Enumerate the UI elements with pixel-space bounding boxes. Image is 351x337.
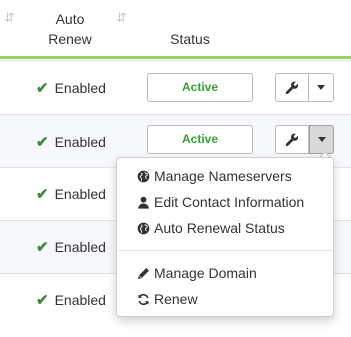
check-icon: ✔ [36,186,49,203]
actions-dropdown-menu: Manage Nameservers Edit Contact Informat… [116,157,334,317]
column-header-status[interactable]: Status [148,29,232,49]
check-icon: ✔ [36,134,49,151]
menu-item-manage-nameservers[interactable]: Manage Nameservers [137,168,292,184]
auto-renew-cell: ✔ Enabled [36,186,106,203]
sort-icon[interactable]: ⇵ [4,11,15,24]
auto-renew-cell: ✔ Enabled [36,292,106,309]
status-badge: Active [147,125,253,154]
menu-item-renew[interactable]: Renew [137,291,198,307]
auto-renew-cell: ✔ Enabled [36,80,106,97]
user-icon [138,196,149,209]
wrench-button[interactable] [275,73,309,102]
check-icon: ✔ [36,239,49,256]
auto-renew-cell: ✔ Enabled [36,239,106,256]
refresh-icon [138,293,149,305]
auto-renew-cell: ✔ Enabled [36,134,106,151]
check-icon: ✔ [36,292,49,309]
table-row: ✔ Enabled Active [0,60,351,115]
dropdown-toggle-button[interactable] [309,125,334,154]
actions-button-group [275,125,334,154]
menu-item-auto-renewal-status[interactable]: Auto Renewal Status [137,220,285,236]
menu-divider [118,250,333,251]
dropdown-toggle-button[interactable] [309,73,334,102]
wrench-button[interactable] [275,125,309,154]
status-badge: Active [147,73,253,102]
column-header-auto-renew[interactable]: Auto Renew [40,9,100,49]
globe-icon [137,170,150,182]
sort-icon[interactable]: ⇵ [116,11,127,24]
actions-button-group [275,73,334,102]
check-icon: ✔ [36,80,49,97]
wrench-icon [285,133,299,146]
menu-item-manage-domain[interactable]: Manage Domain [137,265,257,281]
table-header: ⇵ Auto Renew ⇵ Status [0,0,351,60]
wrench-icon [285,81,299,94]
caret-down-icon [317,85,325,90]
header-underline [0,56,351,59]
globe-icon [137,222,150,234]
caret-down-icon [317,137,326,142]
pencil-icon [138,267,150,279]
menu-item-edit-contact-information[interactable]: Edit Contact Information [137,194,304,210]
